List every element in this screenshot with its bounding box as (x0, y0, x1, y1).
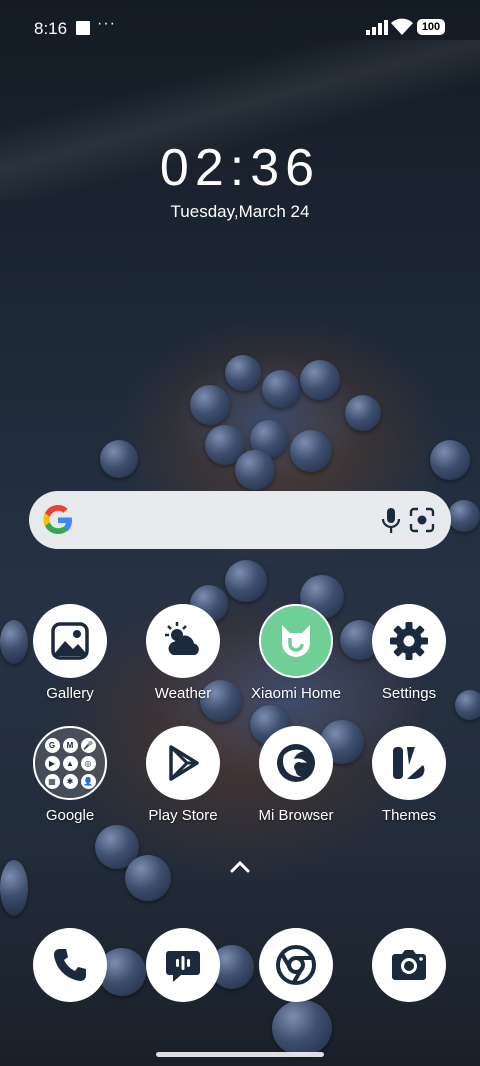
battery-icon: 100 (417, 19, 445, 35)
google-logo-icon (43, 505, 72, 534)
folder-item-icon: G (44, 737, 60, 753)
folder-item-icon: ✱ (62, 773, 78, 789)
wifi-icon (391, 18, 413, 35)
clock-widget-time[interactable]: 02:36 (0, 138, 480, 198)
berry-decoration (430, 440, 470, 480)
app-label: Gallery (46, 685, 94, 702)
gesture-navigation-bar[interactable] (156, 1052, 324, 1057)
google-folder-icon: G M 🎤 ▶ ▲ ◎ ▦ ✱ 👤 (33, 726, 107, 800)
berry-decoration (290, 430, 332, 472)
google-lens-icon[interactable] (408, 506, 436, 534)
app-play-store[interactable]: Play Store (133, 726, 233, 824)
status-time: 8:16 (34, 19, 68, 38)
app-label: Themes (381, 807, 437, 824)
berry-decoration (190, 385, 230, 425)
app-label: Xiaomi Home (250, 685, 342, 702)
app-settings[interactable]: Settings (359, 604, 459, 702)
chrome-icon (259, 928, 333, 1002)
berry-decoration (235, 450, 275, 490)
voice-search-mic-icon[interactable] (378, 506, 404, 534)
folder-item-icon: ▦ (44, 773, 60, 789)
camera-icon (372, 928, 446, 1002)
folder-item-icon: M (62, 737, 78, 753)
notification-square-icon (76, 21, 90, 35)
more-notifications-icon: ··· (97, 15, 116, 32)
play-store-icon (146, 726, 220, 800)
messages-icon (146, 928, 220, 1002)
gear-icon (372, 604, 446, 678)
xiaomi-home-icon (259, 604, 333, 678)
mi-browser-icon (259, 726, 333, 800)
google-search-bar[interactable] (29, 491, 451, 549)
folder-item-icon: 👤 (80, 773, 96, 789)
app-gallery[interactable]: Gallery (20, 604, 120, 702)
berry-decoration (225, 560, 267, 602)
dock-camera[interactable] (359, 928, 459, 1002)
berry-decoration (262, 370, 300, 408)
berry-decoration (448, 500, 480, 532)
app-label: Google (45, 807, 95, 824)
folder-item-icon: ▲ (62, 755, 78, 771)
berry-decoration (345, 395, 381, 431)
app-label: Mi Browser (258, 807, 334, 824)
themes-icon (372, 726, 446, 800)
app-mi-browser[interactable]: Mi Browser (246, 726, 346, 824)
berry-decoration (100, 440, 138, 478)
app-themes[interactable]: Themes (359, 726, 459, 824)
dock-phone[interactable] (20, 928, 120, 1002)
folder-item-icon: ▶ (44, 755, 60, 771)
gallery-icon (33, 604, 107, 678)
folder-item-icon: 🎤 (80, 737, 96, 753)
folder-preview-grid: G M 🎤 ▶ ▲ ◎ ▦ ✱ 👤 (44, 737, 96, 789)
clock-widget-date[interactable]: Tuesday,March 24 (0, 202, 480, 222)
folder-google[interactable]: G M 🎤 ▶ ▲ ◎ ▦ ✱ 👤 Google (20, 726, 120, 824)
weather-icon (146, 604, 220, 678)
app-weather[interactable]: Weather (133, 604, 233, 702)
dock-chrome[interactable] (246, 928, 346, 1002)
app-drawer-chevron-up-icon[interactable] (229, 858, 251, 874)
berry-decoration (125, 855, 171, 901)
status-bar: 8:16 ··· 100 (0, 0, 480, 56)
berry-decoration (272, 1000, 332, 1056)
app-label: Play Store (148, 807, 218, 824)
folder-item-icon: ◎ (80, 755, 96, 771)
app-label: Weather (154, 685, 212, 702)
berry-decoration (0, 860, 28, 916)
app-xiaomi-home[interactable]: Xiaomi Home (246, 604, 346, 702)
dock-messages[interactable] (133, 928, 233, 1002)
berry-decoration (225, 355, 261, 391)
signal-icon (366, 20, 388, 35)
phone-icon (33, 928, 107, 1002)
app-label: Settings (381, 685, 437, 702)
berry-decoration (300, 360, 340, 400)
